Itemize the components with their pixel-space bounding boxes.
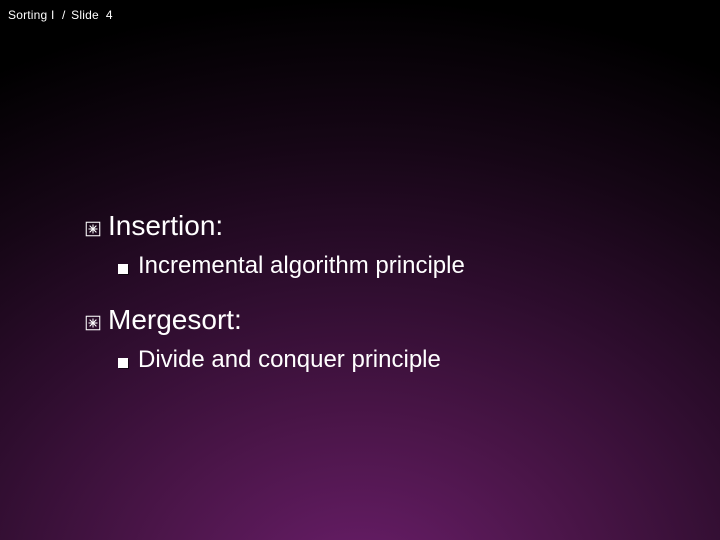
asterisk-bullet-icon	[84, 311, 108, 329]
slide-content: Insertion: Incremental algorithm princip…	[84, 210, 680, 398]
slide-number: 4	[102, 8, 112, 22]
slide-label: Slide	[71, 8, 99, 22]
course-name: Sorting I	[8, 8, 55, 22]
item-title: Insertion:	[108, 210, 223, 242]
list-subitem: Divide and conquer principle	[118, 346, 680, 374]
slide: Sorting I / Slide 4 Insertion:	[0, 0, 720, 540]
list-item: Mergesort: Divide and conquer principle	[84, 304, 680, 374]
item-title: Mergesort:	[108, 304, 242, 336]
square-bullet-icon	[118, 260, 138, 278]
item-subtext: Incremental algorithm principle	[138, 252, 465, 280]
square-bullet-icon	[118, 354, 138, 372]
item-subtext: Divide and conquer principle	[138, 346, 441, 374]
asterisk-bullet-icon	[84, 217, 108, 235]
list-subitem: Incremental algorithm principle	[118, 252, 680, 280]
header-separator: /	[62, 8, 66, 22]
list-item: Insertion: Incremental algorithm princip…	[84, 210, 680, 280]
slide-header: Sorting I / Slide 4	[8, 8, 113, 22]
